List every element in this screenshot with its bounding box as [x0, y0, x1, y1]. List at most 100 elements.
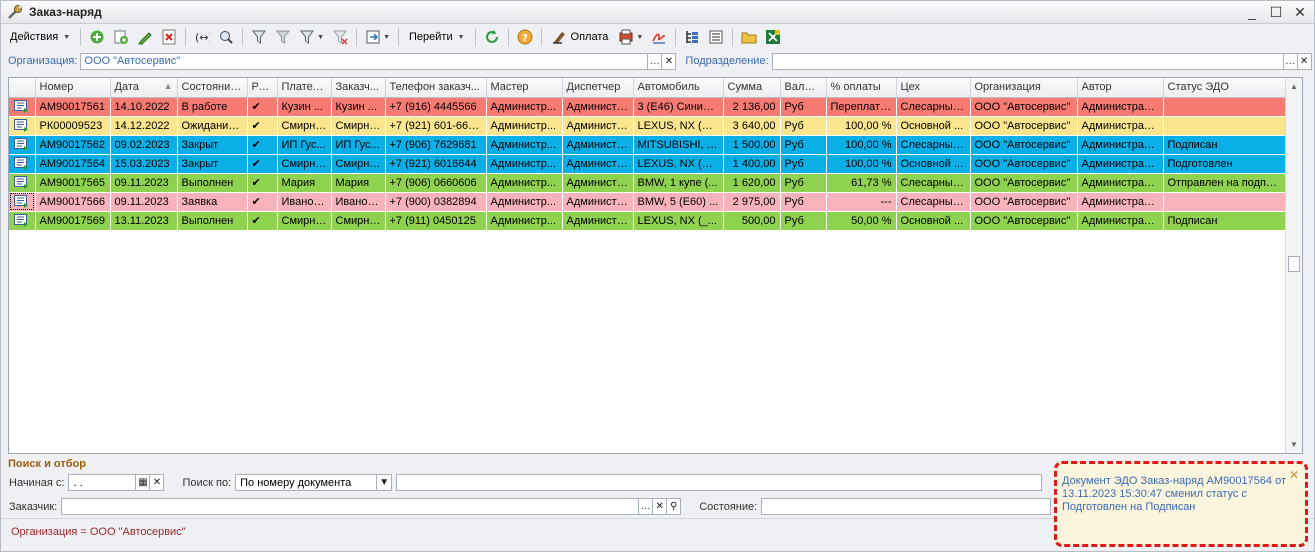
column-header[interactable]: Автомобиль: [633, 78, 724, 98]
structure-button[interactable]: ▼: [362, 27, 393, 47]
table-cell: Администр...: [562, 173, 634, 193]
table-cell: 100,00 %: [826, 135, 897, 155]
copy-button[interactable]: [110, 27, 132, 47]
folder-button[interactable]: [738, 27, 760, 47]
main-window: Заказ-наряд _ ☐ ✕ Действия ▼ (↔): [0, 0, 1315, 552]
scroll-down-arrow-icon[interactable]: ▼: [1286, 436, 1302, 453]
table-row[interactable]: АМ90017562 09.02.2023 Закрыт ✔ ИП Гус... ИП Г…: [9, 135, 1288, 155]
search-text-input[interactable]: [396, 474, 1043, 491]
column-header[interactable]: Мастер: [486, 78, 563, 98]
table-cell: Смирно...: [277, 116, 332, 136]
table-cell: +7 (916) 4445566: [385, 97, 487, 117]
goto-menu-button[interactable]: Перейти ▼: [404, 27, 470, 47]
column-header[interactable]: Автор: [1077, 78, 1164, 98]
column-header[interactable]: Телефон заказч...: [385, 78, 487, 98]
chevron-down-icon[interactable]: ▼: [377, 474, 393, 491]
search-icon[interactable]: ⚲: [667, 498, 682, 515]
notification-message[interactable]: Документ ЭДО Заказ-наряд АМ90017564 от 1…: [1062, 475, 1287, 514]
list-view-button[interactable]: [705, 27, 727, 47]
header-icon-column[interactable]: [9, 78, 36, 98]
column-header[interactable]: Статус ЭДО: [1163, 78, 1288, 98]
column-header[interactable]: Сумма: [723, 78, 781, 98]
table-cell: ООО "Автосервис": [970, 135, 1078, 155]
table-cell: Отправлен на подпись: [1163, 173, 1288, 193]
column-header[interactable]: Диспетчер: [562, 78, 634, 98]
table-cell: Администр...: [486, 192, 563, 212]
start-date-field[interactable]: . .: [68, 474, 137, 491]
customer-select-button[interactable]: …: [639, 498, 654, 515]
table-cell: Смирно...: [277, 211, 332, 231]
customer-clear-button[interactable]: ✕: [653, 498, 668, 515]
scroll-thumb[interactable]: [1288, 256, 1300, 272]
table-cell: ✔: [247, 116, 278, 136]
filter-list-button[interactable]: ▼: [296, 27, 327, 47]
table-cell: Администр...: [486, 116, 563, 136]
close-icon[interactable]: ✕: [1289, 468, 1299, 482]
start-date-clear-button[interactable]: ✕: [150, 474, 165, 491]
organization-select-button[interactable]: …: [648, 52, 663, 70]
delete-button[interactable]: [158, 27, 180, 47]
state-field[interactable]: [761, 498, 1052, 515]
table-cell: Мария: [331, 173, 386, 193]
table-cell: Переплата...: [826, 97, 897, 117]
table-cell: Администратор: [1077, 116, 1164, 136]
maximize-button[interactable]: ☐: [1268, 3, 1284, 21]
table-cell: 500,00: [723, 211, 781, 231]
close-button[interactable]: ✕: [1292, 3, 1308, 21]
organization-clear-button[interactable]: ✕: [662, 52, 677, 70]
status-filter-text: Организация = ООО "Автосервис": [11, 526, 186, 538]
refresh-fields-button[interactable]: (↔): [191, 27, 213, 47]
folder-icon: [741, 32, 757, 44]
table-row[interactable]: АМ90017566 09.11.2023 Заявка ✔ Иванов... Иван…: [9, 192, 1288, 212]
refresh-button[interactable]: [481, 27, 503, 47]
table-cell: Подготовлен: [1163, 154, 1288, 174]
vertical-scrollbar[interactable]: ▲ ▼: [1285, 78, 1302, 453]
edit-icon: [138, 32, 152, 45]
clear-filter-button[interactable]: [329, 27, 351, 47]
column-header[interactable]: Организация: [970, 78, 1078, 98]
table-row[interactable]: АМ90017569 13.11.2023 Выполнен ✔ Смирно... См…: [9, 211, 1288, 231]
column-header[interactable]: % оплаты: [826, 78, 897, 98]
sign-button[interactable]: [648, 27, 670, 47]
filter-by-value-button[interactable]: [272, 27, 294, 47]
edit-button[interactable]: [134, 27, 156, 47]
department-select-button[interactable]: …: [1283, 52, 1298, 70]
customer-label: Заказчик:: [9, 500, 58, 513]
table-row[interactable]: АМ90017561 14.10.2022 В работе ✔ Кузин ... Ку…: [9, 97, 1288, 117]
add-button[interactable]: [86, 27, 108, 47]
column-header: Дата: [114, 81, 139, 94]
column-header[interactable]: Ре...: [247, 78, 278, 98]
column-header[interactable]: Валюта: [780, 78, 827, 98]
tree-view-button[interactable]: [681, 27, 703, 47]
search-button[interactable]: [215, 27, 237, 47]
table-row[interactable]: АМ90017565 09.11.2023 Выполнен ✔ Мария Мария +…: [9, 173, 1288, 193]
help-button[interactable]: ?: [514, 27, 536, 47]
actions-menu-button[interactable]: Действия ▼: [5, 27, 75, 47]
filter-bar: Организация: ООО "Автосервис" … ✕ Подраз…: [1, 51, 1314, 71]
notification-popup[interactable]: Документ ЭДО Заказ-наряд АМ90017564 от 1…: [1054, 461, 1308, 547]
export-excel-button[interactable]: [762, 27, 784, 47]
calendar-icon[interactable]: ▦: [136, 474, 151, 491]
column-header-date[interactable]: Дата ▲: [110, 78, 178, 98]
filter-button[interactable]: [248, 27, 270, 47]
table-cell: Администр...: [486, 135, 563, 155]
scroll-up-arrow-icon[interactable]: ▲: [1286, 78, 1302, 95]
customer-field[interactable]: [61, 498, 640, 515]
column-header[interactable]: Состояние...: [177, 78, 248, 98]
table-row[interactable]: РК00009523 14.12.2022 Ожидание ... ✔ Смирно.…: [9, 116, 1288, 136]
payment-button[interactable]: Оплата: [547, 27, 614, 47]
column-header[interactable]: Плател...: [277, 78, 332, 98]
table-row[interactable]: АМ90017564 15.03.2023 Закрыт ✔ Смирно... Смир…: [9, 154, 1288, 174]
column-header[interactable]: Номер: [35, 78, 111, 98]
search-by-select[interactable]: По номеру документа: [235, 474, 378, 491]
table-cell: АМ90017566: [35, 192, 111, 212]
column-header[interactable]: Цех: [896, 78, 971, 98]
organization-field[interactable]: ООО "Автосервис": [80, 52, 649, 70]
department-field[interactable]: [771, 52, 1284, 70]
table-cell: Руб: [780, 135, 827, 155]
column-header[interactable]: Заказч...: [331, 78, 386, 98]
print-button[interactable]: ▼: [615, 27, 646, 47]
department-clear-button[interactable]: ✕: [1297, 52, 1312, 70]
minimize-button[interactable]: _: [1244, 3, 1260, 21]
table-cell: +7 (906) 7629681: [385, 135, 487, 155]
